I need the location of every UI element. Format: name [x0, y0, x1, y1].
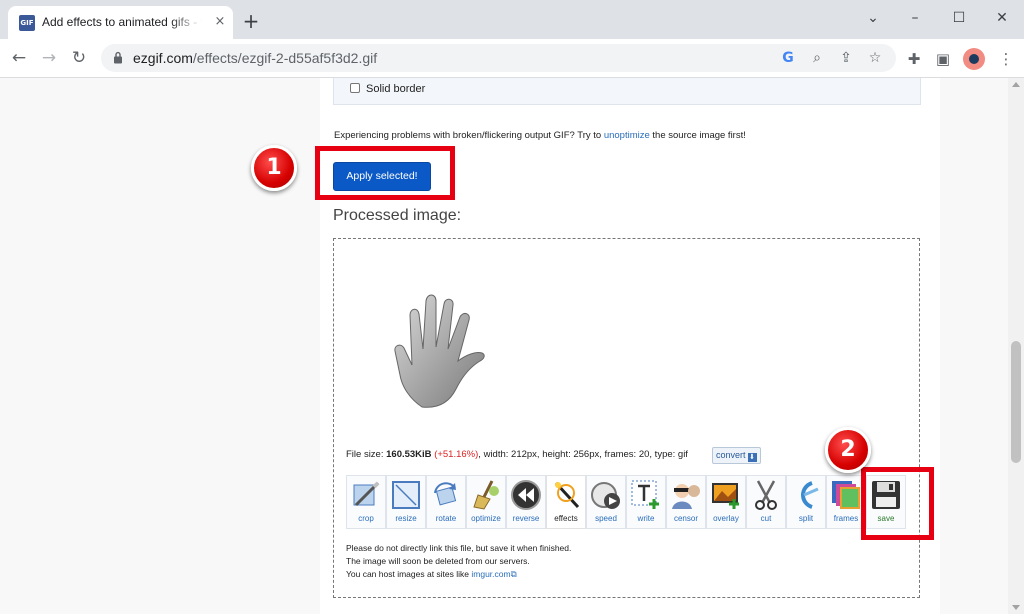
tool-frames[interactable]: frames [826, 475, 866, 529]
processed-image-heading: Processed image: [333, 207, 462, 224]
external-link-icon: ⧉ [510, 569, 517, 579]
address-bar[interactable]: ezgif.com/effects/ezgif-2-d55af5f3d2.gif… [101, 44, 896, 72]
glove-hand-image [394, 294, 485, 408]
imgur-link[interactable]: imgur.com⧉ [471, 569, 516, 579]
speed-icon [591, 482, 620, 509]
censor-icon [672, 484, 700, 509]
tool-resize[interactable]: resize [386, 475, 426, 529]
avatar-icon [969, 54, 979, 64]
scroll-up-arrow-icon[interactable] [1012, 82, 1020, 87]
solid-border-checkbox[interactable] [350, 83, 360, 93]
convert-button[interactable]: convert ⬇ [712, 447, 761, 464]
url-text: ezgif.com/effects/ezgif-2-d55af5f3d2.gif [133, 50, 378, 66]
new-tab-button[interactable]: + [241, 11, 261, 31]
annotation-badge-1: 1 [251, 145, 297, 191]
close-window-button[interactable]: ✕ [987, 4, 1017, 32]
save-notes: Please do not directly link this file, b… [346, 543, 572, 579]
tool-cut[interactable]: cut [746, 475, 786, 529]
annotation-box-apply [315, 146, 455, 200]
reload-button[interactable]: ↻ [68, 47, 90, 69]
tool-censor[interactable]: censor [666, 475, 706, 529]
effects-options-box: Solid border [333, 78, 921, 105]
write-text-icon [631, 480, 659, 509]
overlay-icon [712, 483, 739, 509]
tool-split[interactable]: split [786, 475, 826, 529]
rotate-icon [434, 482, 457, 506]
tool-write[interactable]: write [626, 475, 666, 529]
annotation-badge-2: 2 [825, 427, 871, 473]
extensions-icon[interactable]: ✚ [903, 48, 925, 70]
flicker-warning: Experiencing problems with broken/flicke… [334, 130, 746, 141]
scrollbar-thumb[interactable] [1011, 341, 1021, 463]
tool-crop[interactable]: crop [346, 475, 386, 529]
tool-bar: crop resize rotate optimize reverse effe… [346, 475, 906, 531]
google-lens-icon[interactable]: G [778, 48, 798, 68]
scissors-icon [755, 480, 777, 510]
unoptimize-link[interactable]: unoptimize [604, 130, 650, 141]
back-button[interactable]: ← [8, 47, 30, 69]
tool-overlay[interactable]: overlay [706, 475, 746, 529]
tool-optimize[interactable]: optimize [466, 475, 506, 529]
tool-effects[interactable]: effects [546, 475, 586, 529]
share-icon[interactable]: ⇪ [836, 48, 856, 68]
browser-tab[interactable]: GIF Add effects to animated gifs - wa × [8, 6, 233, 39]
frames-icon [832, 481, 860, 509]
effects-wand-icon [554, 481, 580, 509]
tool-reverse[interactable]: reverse [506, 475, 546, 529]
tab-strip: GIF Add effects to animated gifs - wa × … [0, 0, 1024, 39]
tool-rotate[interactable]: rotate [426, 475, 466, 529]
solid-border-label: Solid border [366, 83, 426, 95]
side-panel-icon[interactable]: ▣ [932, 48, 954, 70]
tool-speed[interactable]: speed [586, 475, 626, 529]
crop-icon [353, 481, 380, 507]
scroll-down-arrow-icon[interactable] [1012, 605, 1020, 610]
bookmark-star-icon[interactable]: ☆ [865, 48, 885, 68]
tab-search-icon[interactable]: ⌄ [858, 4, 888, 32]
optimize-broom-icon [473, 480, 499, 510]
reverse-icon [511, 480, 541, 510]
download-arrow-icon: ⬇ [747, 453, 757, 462]
ezgif-favicon-icon: GIF [19, 15, 35, 31]
page-scrollbar[interactable] [1008, 78, 1024, 614]
page-viewport: Solid border Experiencing problems with … [0, 78, 1008, 614]
forward-button[interactable]: → [38, 47, 60, 69]
processed-image-panel: File size: 160.53KiB (+51.16%), width: 2… [333, 238, 920, 598]
browser-menu-icon[interactable]: ⋮ [995, 48, 1017, 70]
profile-avatar[interactable] [963, 48, 985, 70]
lock-icon [114, 51, 122, 64]
zoom-icon[interactable]: ⌕ [807, 48, 827, 68]
split-icon [801, 481, 819, 509]
tab-title: Add effects to animated gifs - wa [42, 15, 202, 29]
browser-toolbar: ← → ↻ ezgif.com/effects/ezgif-2-d55af5f3… [0, 39, 1024, 78]
minimize-button[interactable]: – [900, 4, 930, 32]
file-info: File size: 160.53KiB (+51.16%), width: 2… [346, 449, 688, 460]
annotation-box-save [861, 467, 934, 540]
resize-icon [392, 481, 420, 509]
maximize-button[interactable]: ☐ [944, 4, 974, 32]
tab-close-icon[interactable]: × [212, 14, 228, 30]
